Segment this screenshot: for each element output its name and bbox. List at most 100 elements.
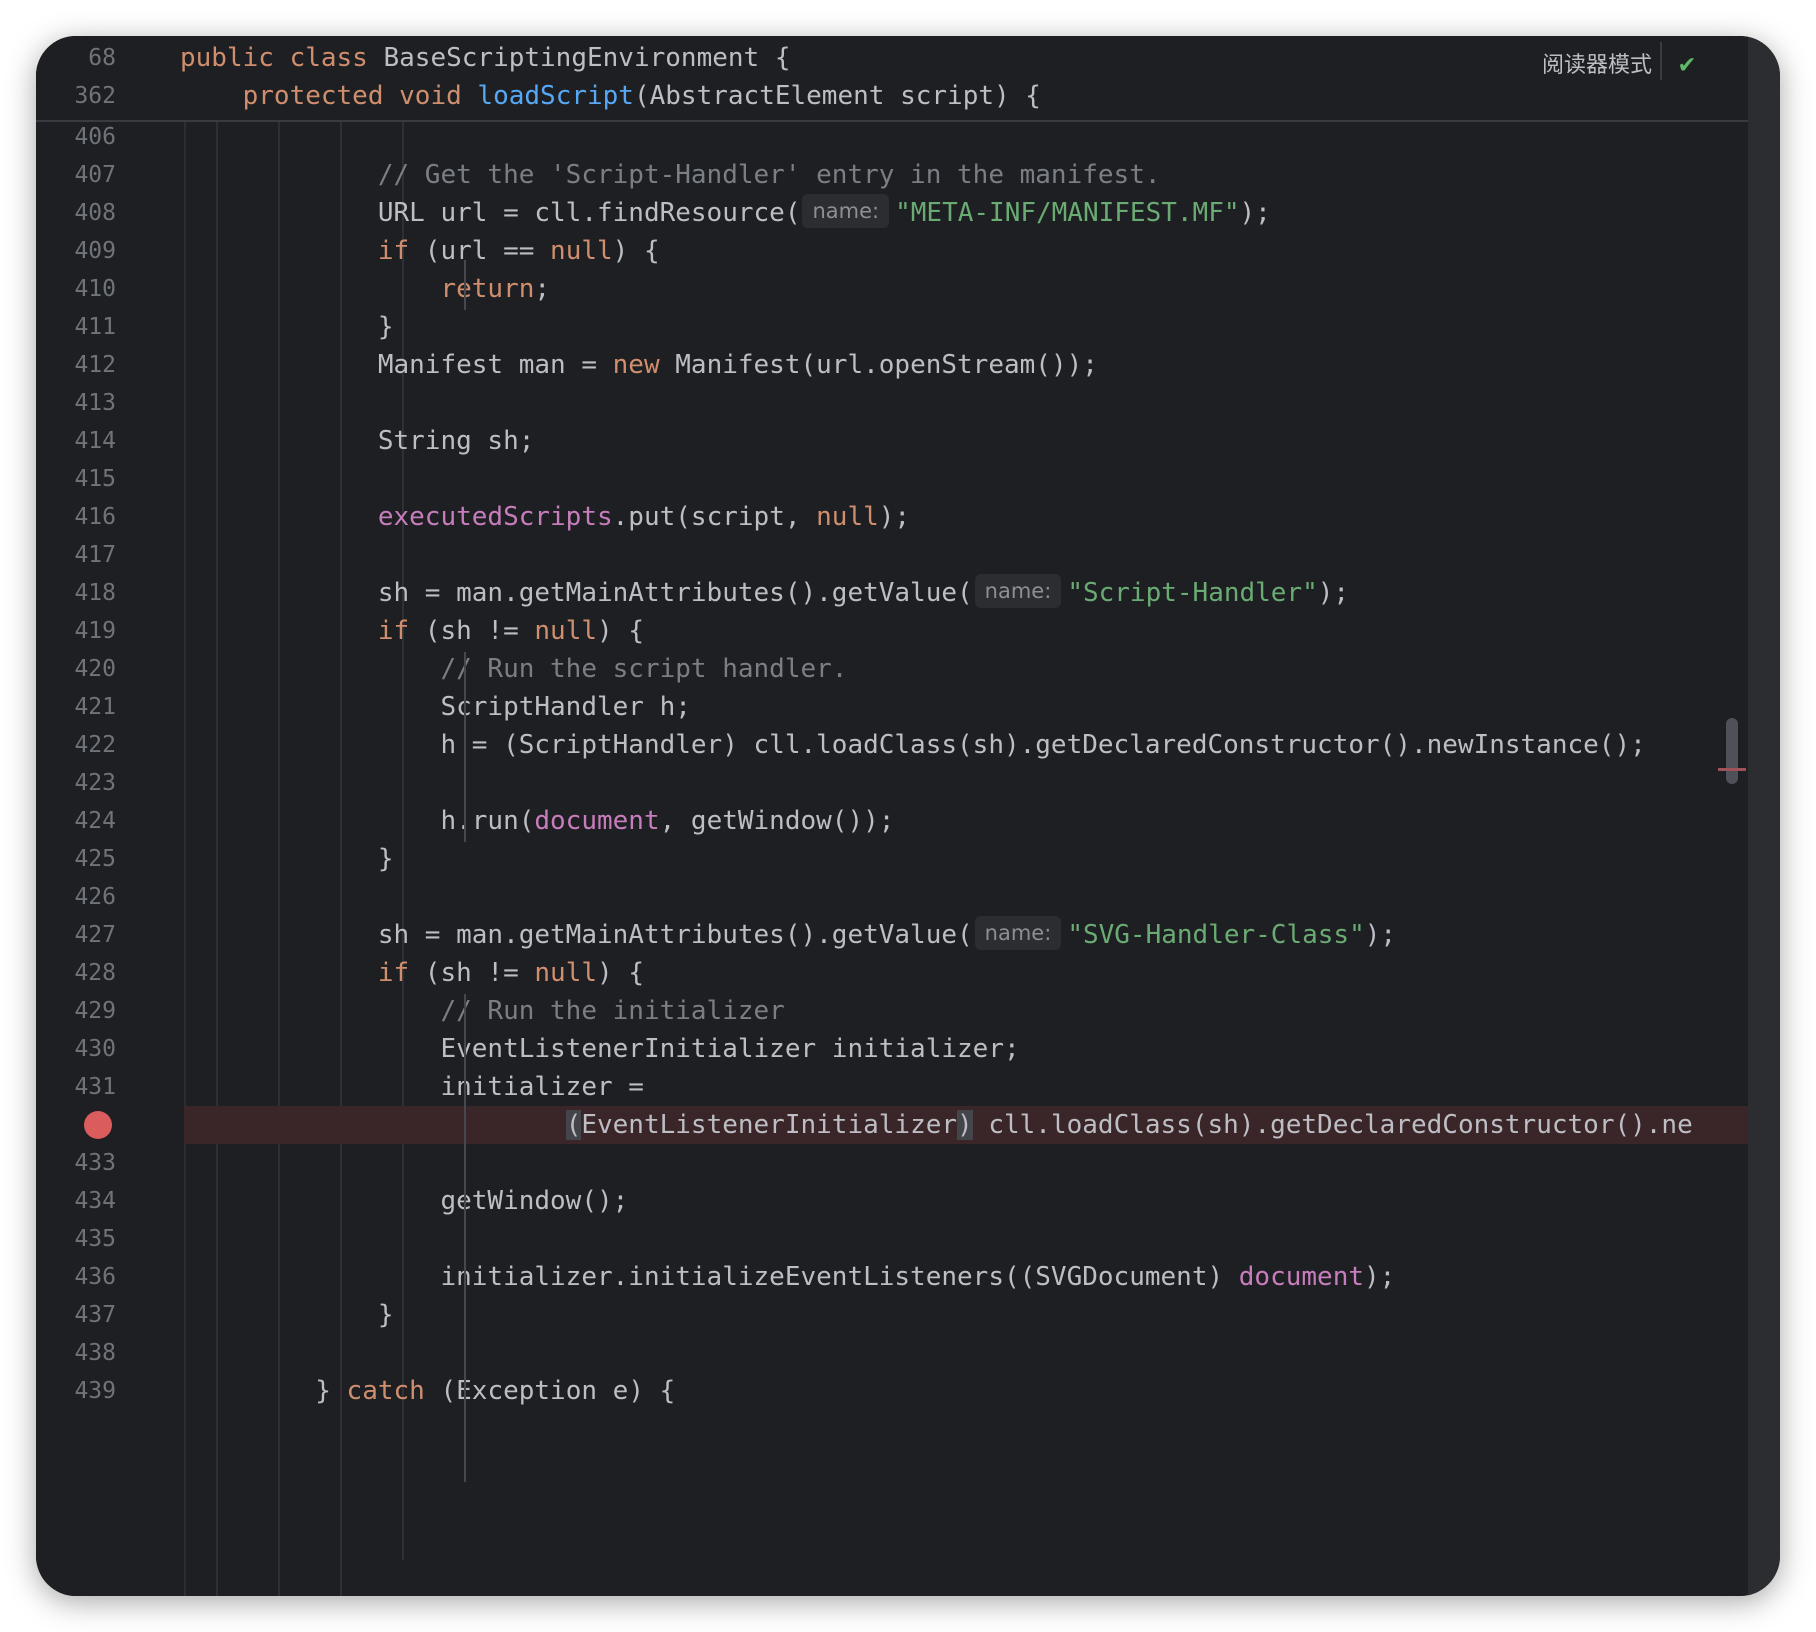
code-token: (url == bbox=[409, 236, 551, 266]
code-line[interactable]: 408 URL url = cll.findResource(name: "MET… bbox=[36, 194, 1748, 232]
code-token: public class bbox=[180, 43, 384, 73]
code-text: return; bbox=[190, 270, 550, 308]
line-number: 434 bbox=[74, 1188, 116, 1214]
code-text: URL url = cll.findResource(name: "META-IN… bbox=[190, 194, 1271, 232]
code-token: (sh != bbox=[409, 616, 535, 646]
code-line[interactable]: 437 } bbox=[36, 1296, 1748, 1334]
code-line[interactable]: 436 initializer.initializeEventListeners… bbox=[36, 1258, 1748, 1296]
code-line[interactable]: 439 } catch (Exception e) { bbox=[36, 1372, 1748, 1410]
parameter-hint: name: bbox=[802, 194, 890, 228]
sticky-line[interactable]: 362 protected void loadScript(AbstractEl… bbox=[36, 74, 1748, 118]
line-number: 416 bbox=[74, 504, 116, 530]
code-line[interactable]: 414 String sh; bbox=[36, 422, 1748, 460]
code-line[interactable]: 434 getWindow(); bbox=[36, 1182, 1748, 1220]
code-token: null bbox=[550, 236, 613, 266]
line-number: 429 bbox=[74, 998, 116, 1024]
code-line[interactable]: 415 bbox=[36, 460, 1748, 498]
code-line[interactable]: 407 // Get the 'Script-Handler' entry in… bbox=[36, 156, 1748, 194]
code-area[interactable]: 406 407 // Get the 'Script-Handler' entry… bbox=[36, 120, 1748, 1596]
code-token: null bbox=[534, 958, 598, 988]
code-line[interactable]: 435 bbox=[36, 1220, 1748, 1258]
line-number: 428 bbox=[74, 960, 116, 986]
line-number: 422 bbox=[74, 732, 116, 758]
code-token: if bbox=[377, 958, 410, 988]
code-line[interactable]: 410 return; bbox=[36, 270, 1748, 308]
line-number: 427 bbox=[74, 922, 116, 948]
code-line[interactable]: 431 initializer = bbox=[36, 1068, 1748, 1106]
scrollbar-thumb[interactable] bbox=[1726, 718, 1738, 784]
code-token: if bbox=[377, 616, 410, 646]
sticky-scroll-header[interactable]: 阅读器模式 ✔ 68 public class BaseScriptingEnvi… bbox=[36, 36, 1748, 122]
code-line[interactable]: 426 bbox=[36, 878, 1748, 916]
code-token: sh = man.getMainAttributes().getValue( bbox=[190, 920, 973, 950]
right-tool-strip bbox=[1748, 36, 1780, 1596]
parameter-hint: name: bbox=[974, 574, 1062, 608]
code-line[interactable]: 413 bbox=[36, 384, 1748, 422]
indent-guide-active bbox=[464, 994, 466, 1482]
code-line[interactable]: 430 EventListenerInitializer initializer… bbox=[36, 1030, 1748, 1068]
code-token: ); bbox=[878, 502, 911, 532]
code-token: (sh != bbox=[409, 958, 535, 988]
code-token: String sh; bbox=[190, 426, 535, 456]
code-line[interactable]: 417 bbox=[36, 536, 1748, 574]
breakpoint-icon[interactable] bbox=[84, 1111, 112, 1139]
code-token: "META-INF/MANIFEST.MF" bbox=[895, 198, 1240, 228]
code-token: Manifest(url.openStream()); bbox=[659, 350, 1098, 380]
code-token: h.run( bbox=[190, 806, 535, 836]
line-number: 424 bbox=[74, 808, 116, 834]
code-token: sh = man.getMainAttributes().getValue( bbox=[190, 578, 973, 608]
code-line[interactable]: 418 sh = man.getMainAttributes().getValu… bbox=[36, 574, 1748, 612]
code-token: document bbox=[534, 806, 660, 836]
code-token: "Script-Handler" bbox=[1067, 578, 1318, 608]
code-line[interactable]: 425 } bbox=[36, 840, 1748, 878]
code-token: ) { bbox=[612, 236, 660, 266]
code-token: EventListenerInitializer bbox=[581, 1110, 958, 1140]
code-line[interactable]: 438 bbox=[36, 1334, 1748, 1372]
code-token: // Run the script handler. bbox=[190, 654, 848, 684]
code-token: loadScript bbox=[477, 81, 634, 111]
code-line[interactable]: 411 } bbox=[36, 308, 1748, 346]
code-token: cll.loadClass(sh).getDeclaredConstructor… bbox=[972, 1110, 1693, 1140]
code-token: executedScripts bbox=[377, 502, 613, 532]
indent-guide-active bbox=[464, 260, 466, 310]
line-number: 423 bbox=[74, 770, 116, 796]
code-text: } bbox=[190, 840, 394, 878]
code-line[interactable]: 419 if (sh != null) { bbox=[36, 612, 1748, 650]
code-line[interactable]: 428 if (sh != null) { bbox=[36, 954, 1748, 992]
code-line[interactable]: 422 h = (ScriptHandler) cll.loadClass(sh… bbox=[36, 726, 1748, 764]
code-token: null bbox=[816, 502, 879, 532]
code-token: // Get the 'Script-Handler' entry in the… bbox=[190, 160, 1161, 190]
code-line[interactable]: 421 ScriptHandler h; bbox=[36, 688, 1748, 726]
code-token: ScriptHandler h; bbox=[190, 692, 691, 722]
line-number: 431 bbox=[74, 1074, 116, 1100]
code-line[interactable]: 416 executedScripts.put(script, null); bbox=[36, 498, 1748, 536]
code-text: executedScripts.put(script, null); bbox=[190, 498, 910, 536]
code-text: } catch (Exception e) { bbox=[190, 1372, 675, 1410]
code-line[interactable]: 420 // Run the script handler. bbox=[36, 650, 1748, 688]
code-text: initializer.initializeEventListeners((SV… bbox=[190, 1258, 1395, 1296]
code-text: (EventListenerInitializer) cll.loadClass… bbox=[190, 1106, 1693, 1144]
code-text: EventListenerInitializer initializer; bbox=[190, 1030, 1019, 1068]
code-token: ); bbox=[1239, 198, 1271, 228]
code-line[interactable]: 423 bbox=[36, 764, 1748, 802]
line-number: 433 bbox=[74, 1150, 116, 1176]
code-text: if (url == null) { bbox=[190, 232, 660, 270]
code-line[interactable]: 429 // Run the initializer bbox=[36, 992, 1748, 1030]
code-line[interactable]: 406 bbox=[36, 118, 1748, 156]
code-line[interactable]: 412 Manifest man = new Manifest(url.open… bbox=[36, 346, 1748, 384]
code-line[interactable]: 433 bbox=[36, 1144, 1748, 1182]
code-token: ) bbox=[957, 1110, 973, 1140]
code-text: // Get the 'Script-Handler' entry in the… bbox=[190, 156, 1161, 194]
code-line[interactable]: 424 h.run(document, getWindow()); bbox=[36, 802, 1748, 840]
code-line[interactable]: 409 if (url == null) { bbox=[36, 232, 1748, 270]
code-token: , getWindow()); bbox=[659, 806, 895, 836]
code-text: if (sh != null) { bbox=[190, 612, 644, 650]
line-number: 426 bbox=[74, 884, 116, 910]
breakpoint-line[interactable]: (EventListenerInitializer) cll.loadClass… bbox=[36, 1106, 1748, 1144]
scrollbar-error-marker[interactable] bbox=[1718, 768, 1746, 771]
code-line[interactable]: 427 sh = man.getMainAttributes().getValu… bbox=[36, 916, 1748, 954]
